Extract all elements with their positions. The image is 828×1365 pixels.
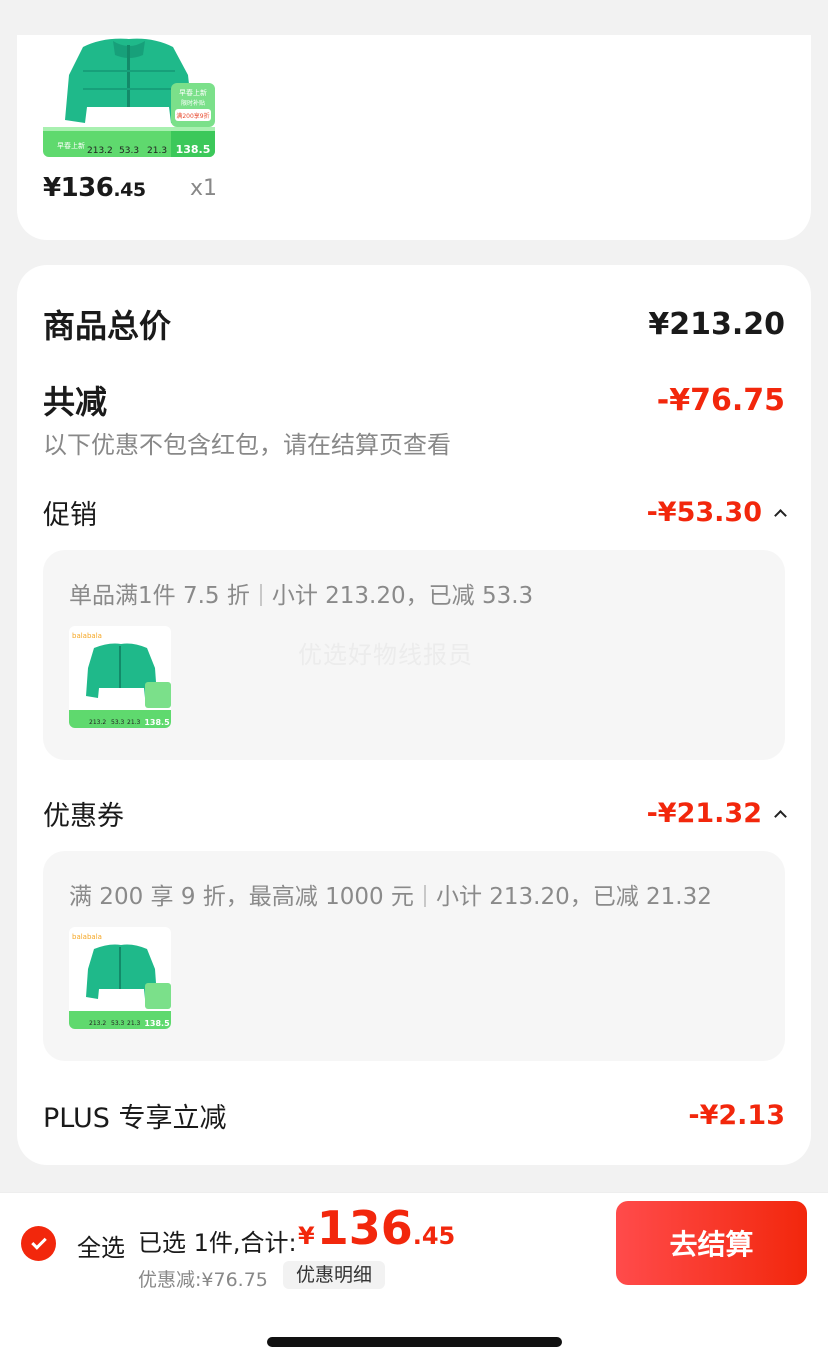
reduce-note: 以下优惠不包含红包，请在结算页查看 <box>43 431 451 459</box>
promo-row[interactable]: 促销 -¥53.30 <box>43 493 787 532</box>
total-row: 商品总价 ¥213.20 <box>43 301 785 347</box>
image-number: 21.3 <box>127 1020 141 1027</box>
image-number: 21.3 <box>147 146 167 156</box>
item-quantity: x1 <box>190 176 218 201</box>
promo-subtotal: 小计 213.20，已减 53.3 <box>271 583 534 609</box>
image-number: 53.3 <box>111 719 125 726</box>
coupon-subtotal: 小计 213.20，已减 21.32 <box>435 884 712 910</box>
coupon-detail-box: 满 200 享 9 折，最高减 1000 元小计 213.20，已减 21.32… <box>43 851 785 1061</box>
product-image[interactable]: 早春上新 限时补贴 满200享9折 早春上新 213.2 53.3 21.3 1… <box>43 35 215 157</box>
divider <box>259 584 262 606</box>
checkout-button[interactable]: 去结算 <box>616 1201 807 1285</box>
image-tag-text: 满200享9折 <box>176 112 209 120</box>
promo-detail-box: 单品满1件 7.5 折小计 213.20，已减 53.3 balabala 21… <box>43 550 785 760</box>
image-bar-text: 早春上新 <box>57 141 85 150</box>
coupon-label: 优惠券 <box>43 801 124 832</box>
brand-logo-text: balabala <box>72 933 102 941</box>
selected-summary: 已选 1件,合计: <box>138 1229 297 1257</box>
product-card: 早春上新 限时补贴 满200享9折 早春上新 213.2 53.3 21.3 1… <box>17 35 811 240</box>
check-icon <box>30 1233 47 1250</box>
coupon-product-thumb[interactable]: balabala 213.2 53.3 21.3 138.5 <box>69 927 171 1029</box>
divider <box>423 885 426 907</box>
promo-label: 促销 <box>43 500 97 531</box>
reduce-value: -¥76.75 <box>656 382 785 418</box>
total-value: ¥213.20 <box>648 306 785 342</box>
image-tag-text: 限时补贴 <box>181 99 205 107</box>
reduce-label: 共减 <box>43 383 108 421</box>
image-number: 21.3 <box>127 719 141 726</box>
coupon-value: -¥21.32 <box>646 798 787 829</box>
promo-amount: -¥53.30 <box>646 497 762 528</box>
discount-text: 优惠减:¥76.75 <box>138 1269 268 1291</box>
price-summary-card: 商品总价 ¥213.20 共减 -¥76.75 以下优惠不包含红包，请在结算页查… <box>17 265 811 1165</box>
image-number: 138.5 <box>144 718 170 727</box>
image-number: 138.5 <box>144 1019 170 1028</box>
coupon-rule: 满 200 享 9 折，最高减 1000 元 <box>69 884 414 910</box>
promo-rule: 单品满1件 7.5 折 <box>69 583 250 609</box>
price-decimal: .45 <box>113 179 146 201</box>
select-all-label[interactable]: 全选 <box>77 1228 125 1263</box>
plus-row: PLUS 专享立减 -¥2.13 <box>43 1096 785 1135</box>
price-integer: ¥136 <box>43 173 114 203</box>
total-amount: ¥ 136 .45 <box>298 1203 455 1254</box>
total-label: 商品总价 <box>43 307 172 345</box>
image-tag-text: 早春上新 <box>179 88 207 97</box>
image-number: 213.2 <box>89 719 106 726</box>
coupon-row[interactable]: 优惠券 -¥21.32 <box>43 794 787 833</box>
plus-label: PLUS 专享立减 <box>43 1103 227 1134</box>
total-currency: ¥ <box>298 1222 315 1250</box>
reduce-row: 共减 -¥76.75 <box>43 377 785 423</box>
coupon-amount: -¥21.32 <box>646 798 762 829</box>
promo-detail-text: 单品满1件 7.5 折小计 213.20，已减 53.3 <box>69 576 533 610</box>
select-all-checkbox[interactable] <box>21 1226 56 1261</box>
promo-value: -¥53.30 <box>646 497 787 528</box>
home-indicator[interactable] <box>267 1337 562 1347</box>
coupon-detail-text: 满 200 享 9 折，最高减 1000 元小计 213.20，已减 21.32 <box>69 877 712 911</box>
image-number: 53.3 <box>111 1020 125 1027</box>
item-price: ¥136.45 <box>43 173 146 203</box>
total-integer: 136 <box>316 1201 413 1255</box>
chevron-up-icon[interactable] <box>774 509 787 522</box>
brand-logo-text: balabala <box>72 632 102 640</box>
total-decimal: .45 <box>412 1222 456 1250</box>
image-number: 213.2 <box>87 146 113 156</box>
chevron-up-icon[interactable] <box>774 810 787 823</box>
image-number: 138.5 <box>176 143 211 156</box>
discount-detail-button[interactable]: 优惠明细 <box>283 1261 386 1289</box>
plus-value: -¥2.13 <box>688 1100 785 1131</box>
promo-product-thumb[interactable]: balabala 213.2 53.3 21.3 138.5 <box>69 626 171 728</box>
image-number: 213.2 <box>89 1020 106 1027</box>
image-number: 53.3 <box>119 146 139 156</box>
watermark: 优选好物线报员 <box>298 641 473 669</box>
